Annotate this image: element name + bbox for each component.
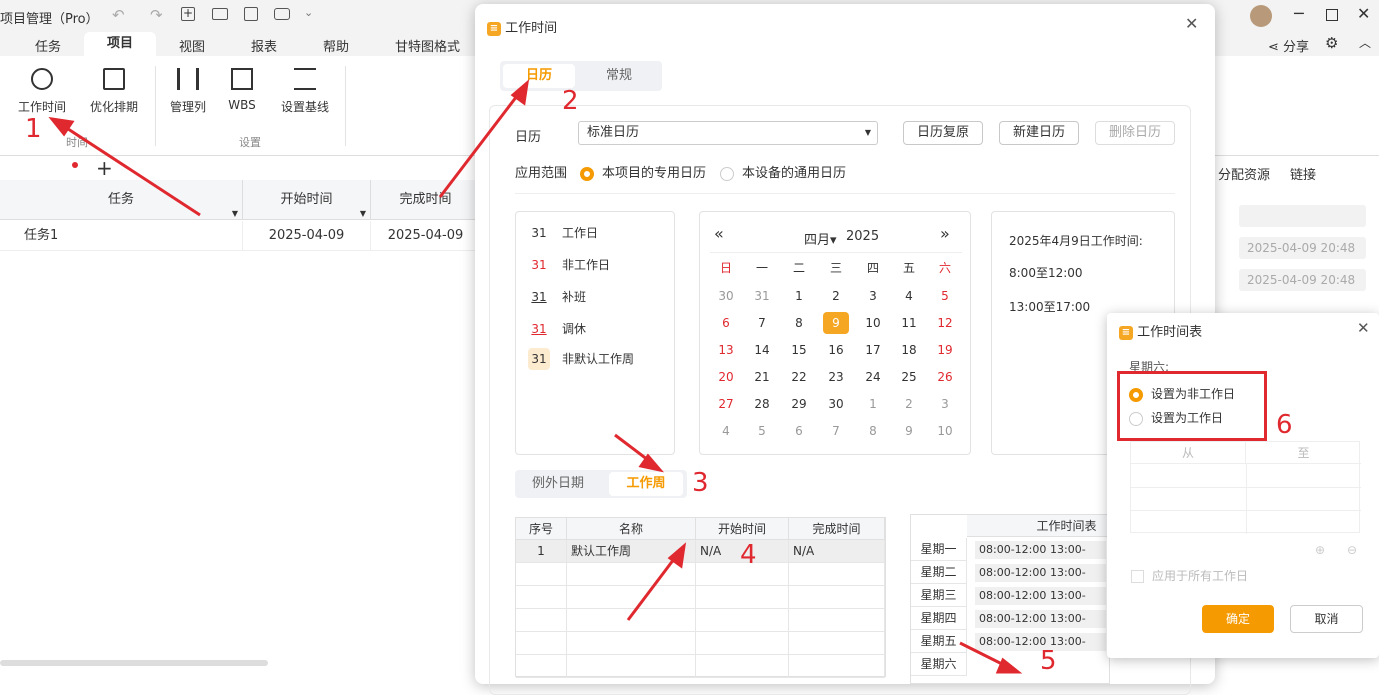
annotation-2: 2: [562, 86, 579, 116]
annotation-6: 6: [1276, 410, 1293, 440]
arrow-2: [438, 91, 522, 198]
annotation-4: 4: [740, 540, 757, 570]
annotation-1: 1: [25, 114, 42, 144]
arrow-1: [61, 123, 201, 217]
arrowhead-5: [995, 657, 1023, 674]
annotation-arrows: [48, 79, 1023, 674]
arrowhead-1: [48, 116, 75, 137]
annotation-3: 3: [692, 468, 709, 498]
annotation-5: 5: [1040, 646, 1057, 676]
arrow-4: [626, 554, 679, 621]
